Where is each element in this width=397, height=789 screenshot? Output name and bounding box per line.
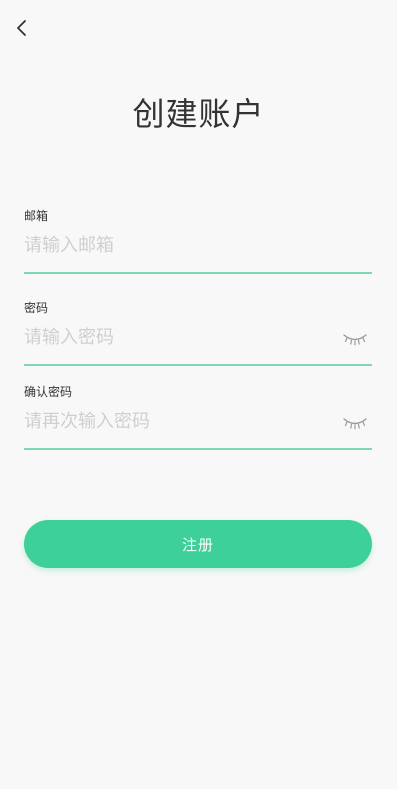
back-button[interactable] (10, 14, 34, 42)
confirm-password-field-group: 确认密码 (24, 384, 372, 454)
password-underline (24, 364, 372, 366)
page-title: 创建账户 (132, 95, 265, 133)
chevron-left-icon (17, 20, 26, 36)
confirm-password-label: 确认密码 (24, 385, 73, 399)
register-button[interactable]: 注册 (24, 520, 372, 568)
email-label: 邮箱 (24, 209, 49, 223)
confirm-password-underline (24, 448, 372, 450)
email-underline (24, 272, 372, 274)
confirm-password-input[interactable] (24, 406, 334, 436)
email-field-group: 邮箱 (24, 208, 372, 278)
password-input[interactable] (24, 322, 334, 352)
eye-closed-icon[interactable] (342, 332, 368, 346)
eye-closed-icon[interactable] (342, 416, 368, 430)
password-label: 密码 (24, 301, 49, 315)
email-input[interactable] (24, 230, 334, 260)
password-field-group: 密码 (24, 300, 372, 370)
